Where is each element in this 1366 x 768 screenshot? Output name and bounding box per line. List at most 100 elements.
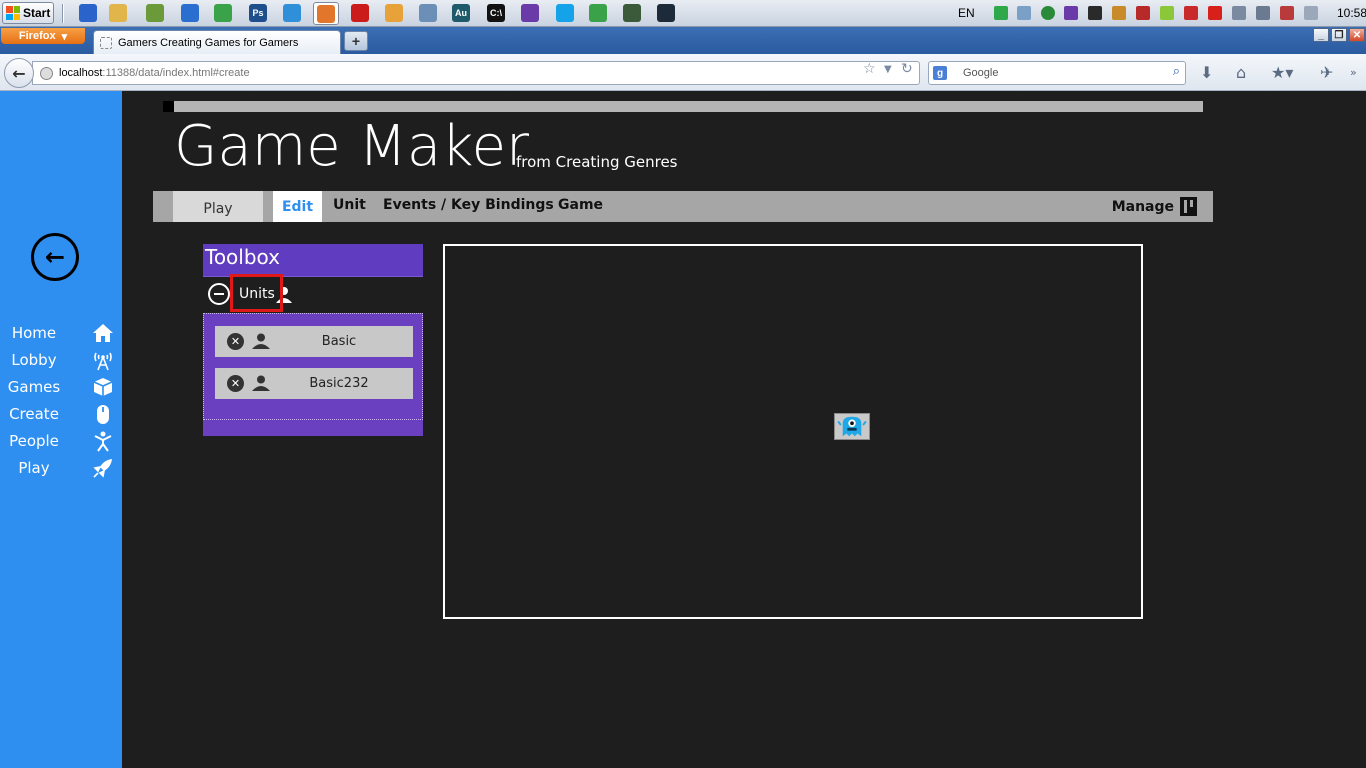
tray-audio-icon[interactable] xyxy=(1136,6,1150,20)
collapse-minus-icon[interactable] xyxy=(208,283,230,305)
firefox-icon[interactable] xyxy=(313,2,339,25)
clock[interactable]: 10:58 xyxy=(1337,6,1366,20)
network-icon-glyph xyxy=(181,4,199,22)
skype-icon[interactable] xyxy=(555,3,575,23)
manage-button[interactable]: Manage xyxy=(1112,197,1197,216)
tray-steam-icon[interactable] xyxy=(1088,6,1102,20)
unit-list: ✕ Basic ✕ Basic232 xyxy=(203,313,423,420)
monster-sprite-icon[interactable] xyxy=(834,413,870,440)
person-icon xyxy=(252,333,270,349)
game-canvas[interactable] xyxy=(443,244,1143,619)
notepad-icon-glyph xyxy=(146,4,164,22)
ie-icon-glyph xyxy=(283,4,301,22)
tray-volume-icon[interactable] xyxy=(1232,6,1246,20)
sidebar-item-play[interactable]: Play xyxy=(0,457,122,481)
skype-icon-glyph xyxy=(556,4,574,22)
paint-icon-glyph xyxy=(385,4,403,22)
download-icon[interactable]: ⬇ xyxy=(1200,63,1213,82)
minimize-button[interactable]: _ xyxy=(1313,28,1329,42)
antenna-icon xyxy=(94,352,112,371)
tray-expand-icon[interactable] xyxy=(1304,6,1318,20)
cmd-icon[interactable]: C:\ xyxy=(486,3,506,23)
language-indicator[interactable]: EN xyxy=(958,6,975,20)
home-icon xyxy=(93,324,113,342)
visual-studio-icon[interactable] xyxy=(520,3,540,23)
folder-icon[interactable] xyxy=(108,3,128,23)
url-dropdown-icon[interactable]: ▼ xyxy=(884,64,892,75)
network-icon[interactable] xyxy=(180,3,200,23)
reload-icon[interactable]: ↻ xyxy=(901,61,913,77)
tray-battery-icon[interactable] xyxy=(994,6,1008,20)
sidebar-item-lobby[interactable]: Lobby xyxy=(0,349,122,373)
url-bar[interactable]: localhost:11388/data/index.html#create xyxy=(32,61,920,85)
home-icon[interactable]: ⌂ xyxy=(1236,63,1246,82)
sidebar-item-games[interactable]: Games xyxy=(0,376,122,400)
notepad-icon[interactable] xyxy=(145,3,165,23)
photoshop-icon-glyph: Ps xyxy=(249,4,267,22)
browser-tab[interactable]: Gamers Creating Games for Gamers xyxy=(93,30,341,54)
rocket-icon xyxy=(93,459,112,478)
globe-icon[interactable] xyxy=(418,3,438,23)
sidebar: ← Home Lobby Games Create People Play xyxy=(0,91,122,768)
addon-icon[interactable]: ✈ xyxy=(1320,63,1333,82)
steam-icon[interactable] xyxy=(656,3,676,23)
units-section-header[interactable]: Units xyxy=(203,274,423,313)
list-item[interactable]: ✕ Basic xyxy=(215,326,413,357)
start-button[interactable]: Start xyxy=(2,2,54,24)
firefox-icon-glyph xyxy=(317,4,335,23)
audition-icon[interactable]: Au xyxy=(451,3,471,23)
tab-play[interactable]: Play xyxy=(173,191,263,222)
tray-shield-icon[interactable] xyxy=(1208,6,1222,20)
photoshop-icon[interactable]: Ps xyxy=(248,3,268,23)
browser-tab-title: Gamers Creating Games for Gamers xyxy=(118,36,299,49)
opera-icon-glyph xyxy=(351,4,369,22)
tab-game[interactable]: Game xyxy=(558,197,603,213)
bookmarks-icon[interactable]: ★▾ xyxy=(1271,63,1293,82)
search-icon[interactable]: ⌕ xyxy=(1173,64,1180,79)
chrome-icon[interactable] xyxy=(213,3,233,23)
chevron-down-icon: ▾ xyxy=(61,30,68,43)
back-arrow-icon[interactable]: ← xyxy=(31,233,79,281)
tab-events-key-bindings[interactable]: Events / Key Bindings xyxy=(383,197,554,213)
tab-unit[interactable]: Unit xyxy=(333,197,366,213)
unit-name: Basic232 xyxy=(309,376,369,391)
sidebar-item-label: Play xyxy=(18,459,50,477)
search-input[interactable]: g Google ⌕ xyxy=(928,61,1186,85)
unit-name: Basic xyxy=(321,334,357,349)
chrome-alt-icon-glyph xyxy=(589,4,607,22)
sidebar-item-people[interactable]: People xyxy=(0,430,122,454)
restore-button[interactable]: ❐ xyxy=(1331,28,1347,42)
monitor-icon[interactable] xyxy=(622,3,642,23)
chrome-alt-icon[interactable] xyxy=(588,3,608,23)
page-title: Game Maker xyxy=(174,114,530,179)
tray-signal-icon[interactable] xyxy=(1256,6,1270,20)
tray-utorrent-icon[interactable] xyxy=(1041,6,1055,20)
tray-vs-icon[interactable] xyxy=(1064,6,1078,20)
opera-icon[interactable] xyxy=(350,3,370,23)
new-tab-button[interactable]: + xyxy=(344,31,368,51)
remove-circle-icon[interactable]: ✕ xyxy=(227,333,244,350)
mouse-icon xyxy=(97,405,109,424)
overflow-icon[interactable]: » xyxy=(1350,66,1357,79)
sidebar-item-label: Lobby xyxy=(11,351,57,369)
tray-tools-icon[interactable] xyxy=(1112,6,1126,20)
toolbox-header: Toolbox xyxy=(203,244,423,277)
tab-edit[interactable]: Edit xyxy=(273,191,322,222)
tray-security-icon[interactable] xyxy=(1184,6,1198,20)
close-window-button[interactable]: ✕ xyxy=(1349,28,1365,42)
google-icon: g xyxy=(933,66,947,80)
paint-icon[interactable] xyxy=(384,3,404,23)
remove-circle-icon[interactable]: ✕ xyxy=(227,375,244,392)
firefox-menu-button[interactable]: Firefox ▾ xyxy=(1,28,85,44)
ie-icon[interactable] xyxy=(282,3,302,23)
sidebar-item-create[interactable]: Create xyxy=(0,403,122,427)
remote-icon[interactable] xyxy=(78,3,98,23)
browser-back-button[interactable]: ← xyxy=(4,58,34,88)
bookmark-star-icon[interactable]: ☆ xyxy=(863,61,876,77)
url-host: localhost xyxy=(59,67,103,79)
tray-disconnected-icon[interactable] xyxy=(1280,6,1294,20)
list-item[interactable]: ✕ Basic232 xyxy=(215,368,413,399)
tray-check-icon[interactable] xyxy=(1160,6,1174,20)
tray-network-icon[interactable] xyxy=(1017,6,1031,20)
sidebar-item-home[interactable]: Home xyxy=(0,322,122,346)
